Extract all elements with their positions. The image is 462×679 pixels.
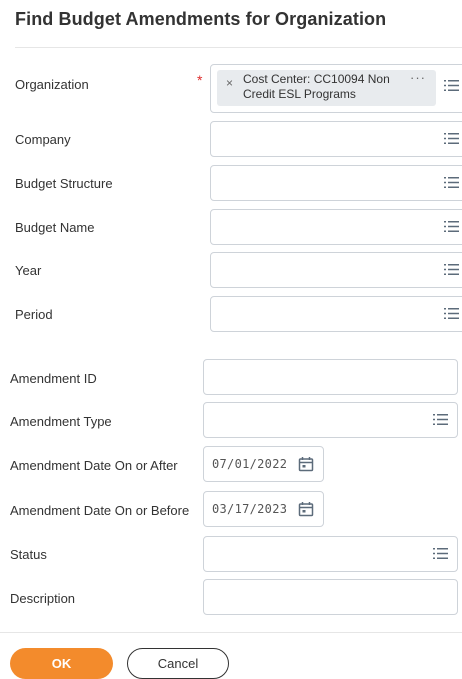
date-after-value: 07/01/2022 — [212, 457, 288, 471]
amendment-id-label: Amendment ID — [10, 371, 97, 386]
date-before-input[interactable]: 03/17/2023 — [203, 491, 324, 527]
organization-label: Organization — [15, 77, 89, 92]
company-field[interactable] — [210, 121, 462, 157]
amendment-type-label: Amendment Type — [10, 414, 112, 429]
footer-divider — [0, 632, 462, 633]
status-field[interactable] — [203, 536, 458, 572]
more-icon[interactable]: ··· — [410, 70, 426, 85]
date-before-value: 03/17/2023 — [212, 502, 288, 516]
period-field[interactable] — [210, 296, 462, 332]
budget-name-label: Budget Name — [15, 220, 95, 235]
list-icon[interactable] — [433, 413, 448, 426]
description-label: Description — [10, 591, 76, 606]
budget-name-field[interactable] — [210, 209, 462, 245]
amendment-id-input[interactable] — [203, 359, 458, 395]
pill-text-line1: Cost Center: CC10094 Non — [243, 72, 390, 86]
list-icon[interactable] — [444, 176, 459, 189]
required-indicator: * — [197, 72, 203, 88]
list-icon[interactable] — [444, 263, 459, 276]
amendment-type-field[interactable] — [203, 402, 458, 438]
calendar-icon[interactable] — [298, 501, 314, 517]
date-before-label: Amendment Date On or Before — [10, 503, 190, 518]
date-after-label: Amendment Date On or After — [10, 458, 178, 473]
ok-button[interactable]: OK — [10, 648, 113, 679]
date-after-input[interactable]: 07/01/2022 — [203, 446, 324, 482]
company-label: Company — [15, 132, 71, 147]
budget-structure-field[interactable] — [210, 165, 462, 201]
list-icon[interactable] — [444, 79, 459, 92]
list-icon[interactable] — [444, 132, 459, 145]
calendar-icon[interactable] — [298, 456, 314, 472]
list-icon[interactable] — [433, 547, 448, 560]
list-icon[interactable] — [444, 307, 459, 320]
year-field[interactable] — [210, 252, 462, 288]
page-title: Find Budget Amendments for Organization — [15, 9, 387, 29]
pill-text-line2: Credit ESL Programs — [243, 87, 356, 101]
budget-structure-label: Budget Structure — [15, 176, 113, 191]
organization-selected-pill[interactable]: × Cost Center: CC10094 Non Credit ESL Pr… — [217, 70, 436, 106]
list-icon[interactable] — [444, 220, 459, 233]
description-input[interactable] — [203, 579, 458, 615]
header-divider — [15, 47, 462, 48]
year-label: Year — [15, 263, 42, 278]
status-label: Status — [10, 547, 47, 562]
organization-field[interactable]: × Cost Center: CC10094 Non Credit ESL Pr… — [210, 64, 462, 113]
cancel-button[interactable]: Cancel — [127, 648, 229, 679]
close-icon[interactable]: × — [226, 76, 233, 91]
period-label: Period — [15, 307, 53, 322]
